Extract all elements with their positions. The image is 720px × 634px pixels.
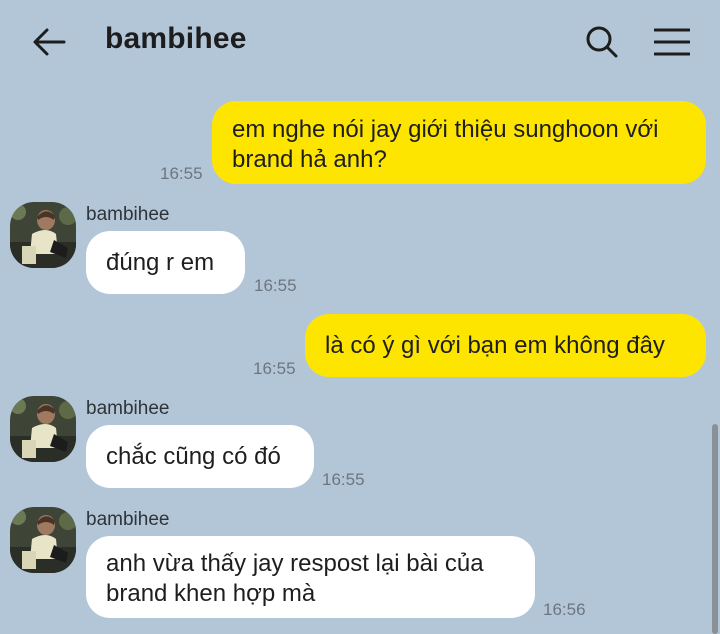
message-text-line: anh vừa thấy jay respost lại bài của <box>106 550 484 577</box>
message-text-line: là có ý gì với bạn em không đây <box>325 332 665 359</box>
avatar-image <box>10 202 76 268</box>
message-text-line: em nghe nói jay giới thiệu sunghoon với <box>232 116 659 143</box>
avatar[interactable] <box>10 396 76 462</box>
message-text-line: đúng r em <box>106 249 215 276</box>
message-text-line: chắc cũng có đó <box>106 443 281 470</box>
avatar[interactable] <box>10 507 76 573</box>
sender-name: bambihee <box>86 204 170 225</box>
back-button[interactable] <box>28 22 70 62</box>
sender-name: bambihee <box>86 398 170 419</box>
avatar-image <box>10 396 76 462</box>
avatar-image <box>10 507 76 573</box>
message-time: 16:56 <box>543 600 586 619</box>
scrollbar[interactable] <box>712 424 718 634</box>
hamburger-menu-icon <box>654 28 690 56</box>
message-time: 16:55 <box>254 276 297 295</box>
search-icon <box>586 26 618 58</box>
message-text-line: brand hả anh? <box>232 146 387 173</box>
arrow-left-icon <box>33 28 66 56</box>
menu-button[interactable] <box>650 22 694 62</box>
my-message-bubble[interactable]: em nghe nói jay giới thiệu sunghoon với … <box>212 101 706 184</box>
sender-name: bambihee <box>86 509 170 530</box>
their-message-bubble[interactable]: chắc cũng có đó <box>86 425 314 488</box>
message-time: 16:55 <box>322 470 365 489</box>
search-button[interactable] <box>582 22 622 62</box>
avatar[interactable] <box>10 202 76 268</box>
their-message-bubble[interactable]: đúng r em <box>86 231 245 294</box>
message-time: 16:55 <box>253 359 296 378</box>
their-message-bubble[interactable]: anh vừa thấy jay respost lại bài của bra… <box>86 536 535 618</box>
chat-header: bambihee <box>0 0 720 84</box>
chat-title: bambihee <box>105 22 247 55</box>
message-text-line: brand khen hợp mà <box>106 580 316 607</box>
message-time: 16:55 <box>160 164 203 183</box>
my-message-bubble[interactable]: là có ý gì với bạn em không đây <box>305 314 706 377</box>
